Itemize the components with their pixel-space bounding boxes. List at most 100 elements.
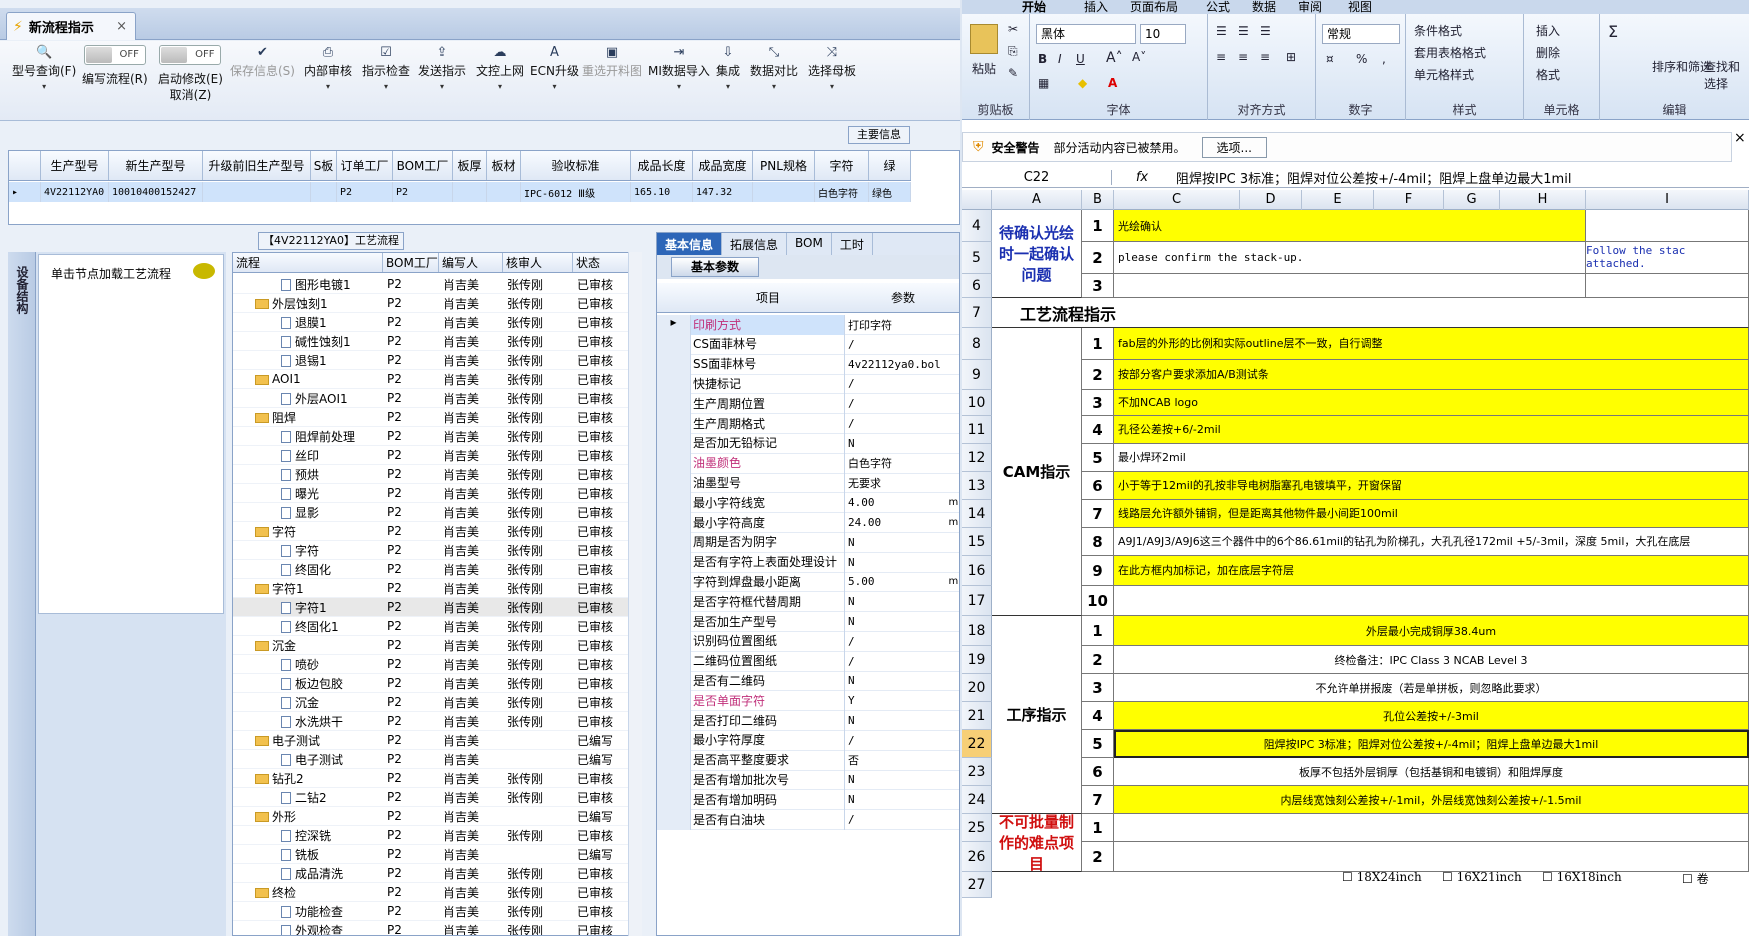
- item-text[interactable]: A9J1/A9J3/A9J6这三个器件中的6个86.61mil的钻孔为阶梯孔，大…: [1114, 528, 1749, 556]
- tree-node[interactable]: AOI1 P2 肖吉美 张传刚 已审核: [233, 370, 641, 389]
- ribbon-tab-6[interactable]: 视图: [1348, 0, 1372, 15]
- row-header[interactable]: 6: [962, 274, 992, 298]
- grid-cell[interactable]: 绿色: [869, 182, 911, 202]
- column-header-A[interactable]: A: [992, 190, 1082, 210]
- property-row[interactable]: 最小字符线宽 4.00 mi: [657, 492, 959, 514]
- tree-node[interactable]: 终检 P2 肖吉美 张传刚 已审核: [233, 883, 641, 902]
- tree-node[interactable]: 退锡1 P2 肖吉美 张传刚 已审核: [233, 351, 641, 370]
- property-row[interactable]: 字符到焊盘最小距离 5.00 mi: [657, 571, 959, 593]
- column-header[interactable]: 成品长度: [631, 151, 693, 180]
- column-header-F[interactable]: F: [1374, 190, 1444, 210]
- grid-cell[interactable]: 165.10: [631, 182, 693, 202]
- item-number[interactable]: 2: [1082, 646, 1114, 674]
- tree-node[interactable]: 控深铣 P2 肖吉美 张传刚 已审核: [233, 826, 641, 845]
- grid-cell[interactable]: [753, 182, 815, 202]
- tree-node[interactable]: 丝印 P2 肖吉美 张传刚 已审核: [233, 446, 641, 465]
- ribbon-tab-1[interactable]: 插入: [1084, 0, 1108, 15]
- property-row[interactable]: 快捷标记 /: [657, 373, 959, 395]
- font-name-select[interactable]: 黑体: [1036, 24, 1136, 44]
- align-middle-icon[interactable]: ☰: [1238, 24, 1249, 38]
- tree-node[interactable]: 沉金 P2 肖吉美 张传刚 已审核: [233, 636, 641, 655]
- bold-button[interactable]: B: [1038, 52, 1047, 66]
- column-header-H[interactable]: H: [1500, 190, 1586, 210]
- row-header[interactable]: 21: [962, 702, 992, 730]
- item-text[interactable]: 阻焊按IPC 3标准；阻焊对位公差按+/-4mil；阻焊上盘单边最大1mil: [1114, 730, 1749, 758]
- tab-main-info[interactable]: 主要信息: [848, 126, 910, 144]
- side-note[interactable]: [1586, 210, 1749, 242]
- property-value[interactable]: /: [845, 734, 959, 747]
- column-header[interactable]: BOM工厂: [383, 253, 439, 272]
- row-header[interactable]: 9: [962, 360, 992, 390]
- tree-node[interactable]: 碱性蚀刻1 P2 肖吉美 张传刚 已审核: [233, 332, 641, 351]
- property-row[interactable]: 是否有二维码 N: [657, 670, 959, 692]
- row-header[interactable]: 19: [962, 646, 992, 674]
- property-value[interactable]: 24.00: [845, 516, 948, 529]
- column-header[interactable]: 新生产型号: [109, 151, 203, 180]
- row-header[interactable]: 22: [962, 730, 992, 758]
- tree-node[interactable]: 字符 P2 肖吉美 张传刚 已审核: [233, 541, 641, 560]
- property-value[interactable]: 4.00: [845, 496, 948, 509]
- row-header[interactable]: 27: [962, 872, 992, 898]
- row-header[interactable]: 24: [962, 786, 992, 814]
- insert-button[interactable]: 插入: [1536, 22, 1560, 39]
- tree-node[interactable]: 阻焊 P2 肖吉美 张传刚 已审核: [233, 408, 641, 427]
- row-header[interactable]: 26: [962, 842, 992, 872]
- property-row[interactable]: 周期是否为阴字 N: [657, 532, 959, 553]
- grid-cell[interactable]: 白色字符: [815, 182, 869, 202]
- sum-icon[interactable]: Σ: [1608, 22, 1618, 41]
- align-right-icon[interactable]: ≡: [1260, 50, 1270, 64]
- item-text[interactable]: [1114, 274, 1586, 298]
- property-row[interactable]: 是否打印二维码 N: [657, 710, 959, 731]
- row-header[interactable]: 23: [962, 758, 992, 786]
- tree-node[interactable]: 钻孔2 P2 肖吉美 张传刚 已审核: [233, 769, 641, 788]
- column-header[interactable]: 字符: [815, 151, 869, 180]
- row-header[interactable]: 25: [962, 814, 992, 842]
- row-header[interactable]: 13: [962, 472, 992, 500]
- number-format-select[interactable]: 常规: [1322, 24, 1400, 44]
- conditional-format-button[interactable]: 条件格式: [1414, 22, 1462, 39]
- column-header-D[interactable]: D: [1240, 190, 1302, 210]
- property-value[interactable]: N: [845, 536, 959, 549]
- column-header[interactable]: PNL规格: [753, 151, 815, 180]
- border-icon[interactable]: ▦: [1038, 76, 1049, 90]
- size-checkbox[interactable]: ☐ 卷: [1682, 870, 1709, 887]
- item-text[interactable]: 在此方框内加标记，加在底层字符层: [1114, 556, 1749, 586]
- item-number[interactable]: 1: [1082, 328, 1114, 360]
- item-text[interactable]: 孔位公差按+/-3mil: [1114, 702, 1749, 730]
- item-number[interactable]: 3: [1082, 274, 1114, 298]
- size-checkbox[interactable]: ☐ 16X21inch: [1442, 870, 1522, 884]
- tab-0[interactable]: 基本信息: [657, 233, 723, 255]
- percent-icon[interactable]: %: [1356, 52, 1367, 66]
- property-value[interactable]: N: [845, 793, 959, 806]
- tree-node[interactable]: 字符1 P2 肖吉美 张传刚 已审核: [233, 598, 641, 617]
- property-value[interactable]: N: [845, 615, 959, 628]
- tree-node[interactable]: 沉金 P2 肖吉美 张传刚 已审核: [233, 693, 641, 712]
- tree-node[interactable]: 电子测试 P2 肖吉美 已编写: [233, 750, 641, 769]
- property-value[interactable]: N: [845, 556, 959, 569]
- column-header[interactable]: 核审人: [503, 253, 573, 272]
- formula-input[interactable]: 阻焊按IPC 3标准；阻焊对位公差按+/-4mil；阻焊上盘单边最大1mil: [1172, 168, 1749, 187]
- tree-node[interactable]: 阻焊前处理 P2 肖吉美 张传刚 已审核: [233, 427, 641, 446]
- row-header[interactable]: 8: [962, 328, 992, 360]
- property-value[interactable]: N: [845, 437, 959, 450]
- item-text[interactable]: please confirm the stack-up.: [1114, 242, 1586, 274]
- property-value[interactable]: /: [845, 635, 959, 648]
- item-number[interactable]: 6: [1082, 472, 1114, 500]
- property-row[interactable]: 是否有字符上表面处理设计 N: [657, 552, 959, 573]
- property-row[interactable]: 油墨型号 无要求: [657, 472, 959, 494]
- column-header[interactable]: 验收标准: [521, 151, 631, 180]
- property-value[interactable]: 无要求: [845, 475, 959, 491]
- toolbar-button-8[interactable]: A ECN升级 ▾: [530, 45, 579, 95]
- grid-cell[interactable]: 147.32: [693, 182, 753, 202]
- property-row[interactable]: 生产周期格式 /: [657, 413, 959, 434]
- property-value[interactable]: 否: [845, 752, 959, 768]
- tab-new-flow[interactable]: ⚡ 新流程指示 ×: [6, 12, 136, 40]
- table-row[interactable]: ▸ 4V22112YA0 10010400152427 P2 P2 IPC-6012 Ⅲ级…: [9, 182, 911, 202]
- column-header[interactable]: 板材: [487, 151, 521, 180]
- tree-node[interactable]: 二钻2 P2 肖吉美 张传刚 已审核: [233, 788, 641, 807]
- copy-icon[interactable]: ⎘: [1008, 44, 1018, 59]
- toolbar-button-3[interactable]: ✔ 保存信息(S): [230, 45, 295, 79]
- row-header[interactable]: 17: [962, 586, 992, 616]
- toolbar-button-6[interactable]: ⇪ 发送指示 ▾: [418, 45, 466, 95]
- item-text[interactable]: [1114, 842, 1749, 872]
